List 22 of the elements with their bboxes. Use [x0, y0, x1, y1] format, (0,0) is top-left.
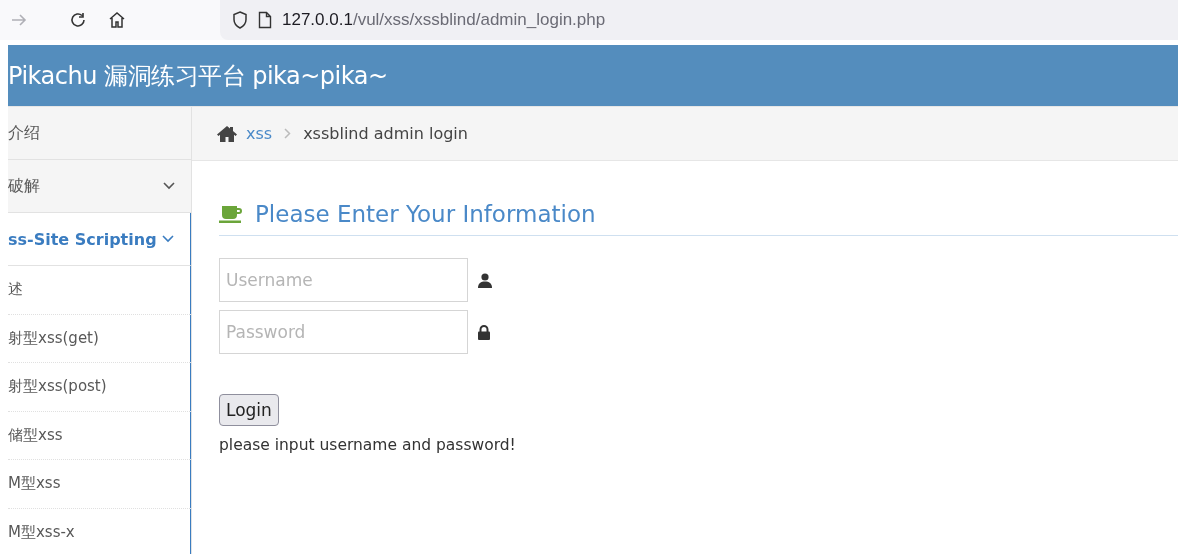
login-button[interactable]: Login	[219, 394, 279, 426]
breadcrumb-current: xssblind admin login	[303, 124, 468, 143]
site-title: Pikachu 漏洞练习平台 pika~pika~	[8, 60, 388, 92]
nav-item[interactable]: 介绍	[8, 107, 191, 160]
chevron-down-icon[interactable]	[162, 235, 174, 243]
nav-item[interactable]: 破解	[8, 160, 191, 213]
user-icon	[478, 272, 492, 288]
shield-icon[interactable]	[232, 11, 248, 29]
status-message: please input username and password!	[219, 436, 517, 454]
username-field[interactable]: Username	[219, 258, 468, 302]
chevron-right-icon	[284, 128, 292, 139]
password-field[interactable]: Password	[219, 310, 468, 354]
page-icon	[258, 11, 272, 29]
form-heading: Please Enter Your Information	[255, 201, 596, 227]
reload-icon[interactable]	[69, 11, 87, 29]
address-bar-url[interactable]: 127.0.0.1/vul/xss/xssblind/admin_login.php	[282, 10, 606, 30]
lock-icon	[478, 324, 490, 340]
nav-item[interactable]: ss-Site Scripting	[8, 213, 191, 266]
chevron-down-icon[interactable]	[163, 182, 175, 190]
home-icon[interactable]	[216, 124, 238, 143]
coffee-cup-icon	[219, 205, 245, 223]
home-icon[interactable]	[108, 11, 126, 29]
